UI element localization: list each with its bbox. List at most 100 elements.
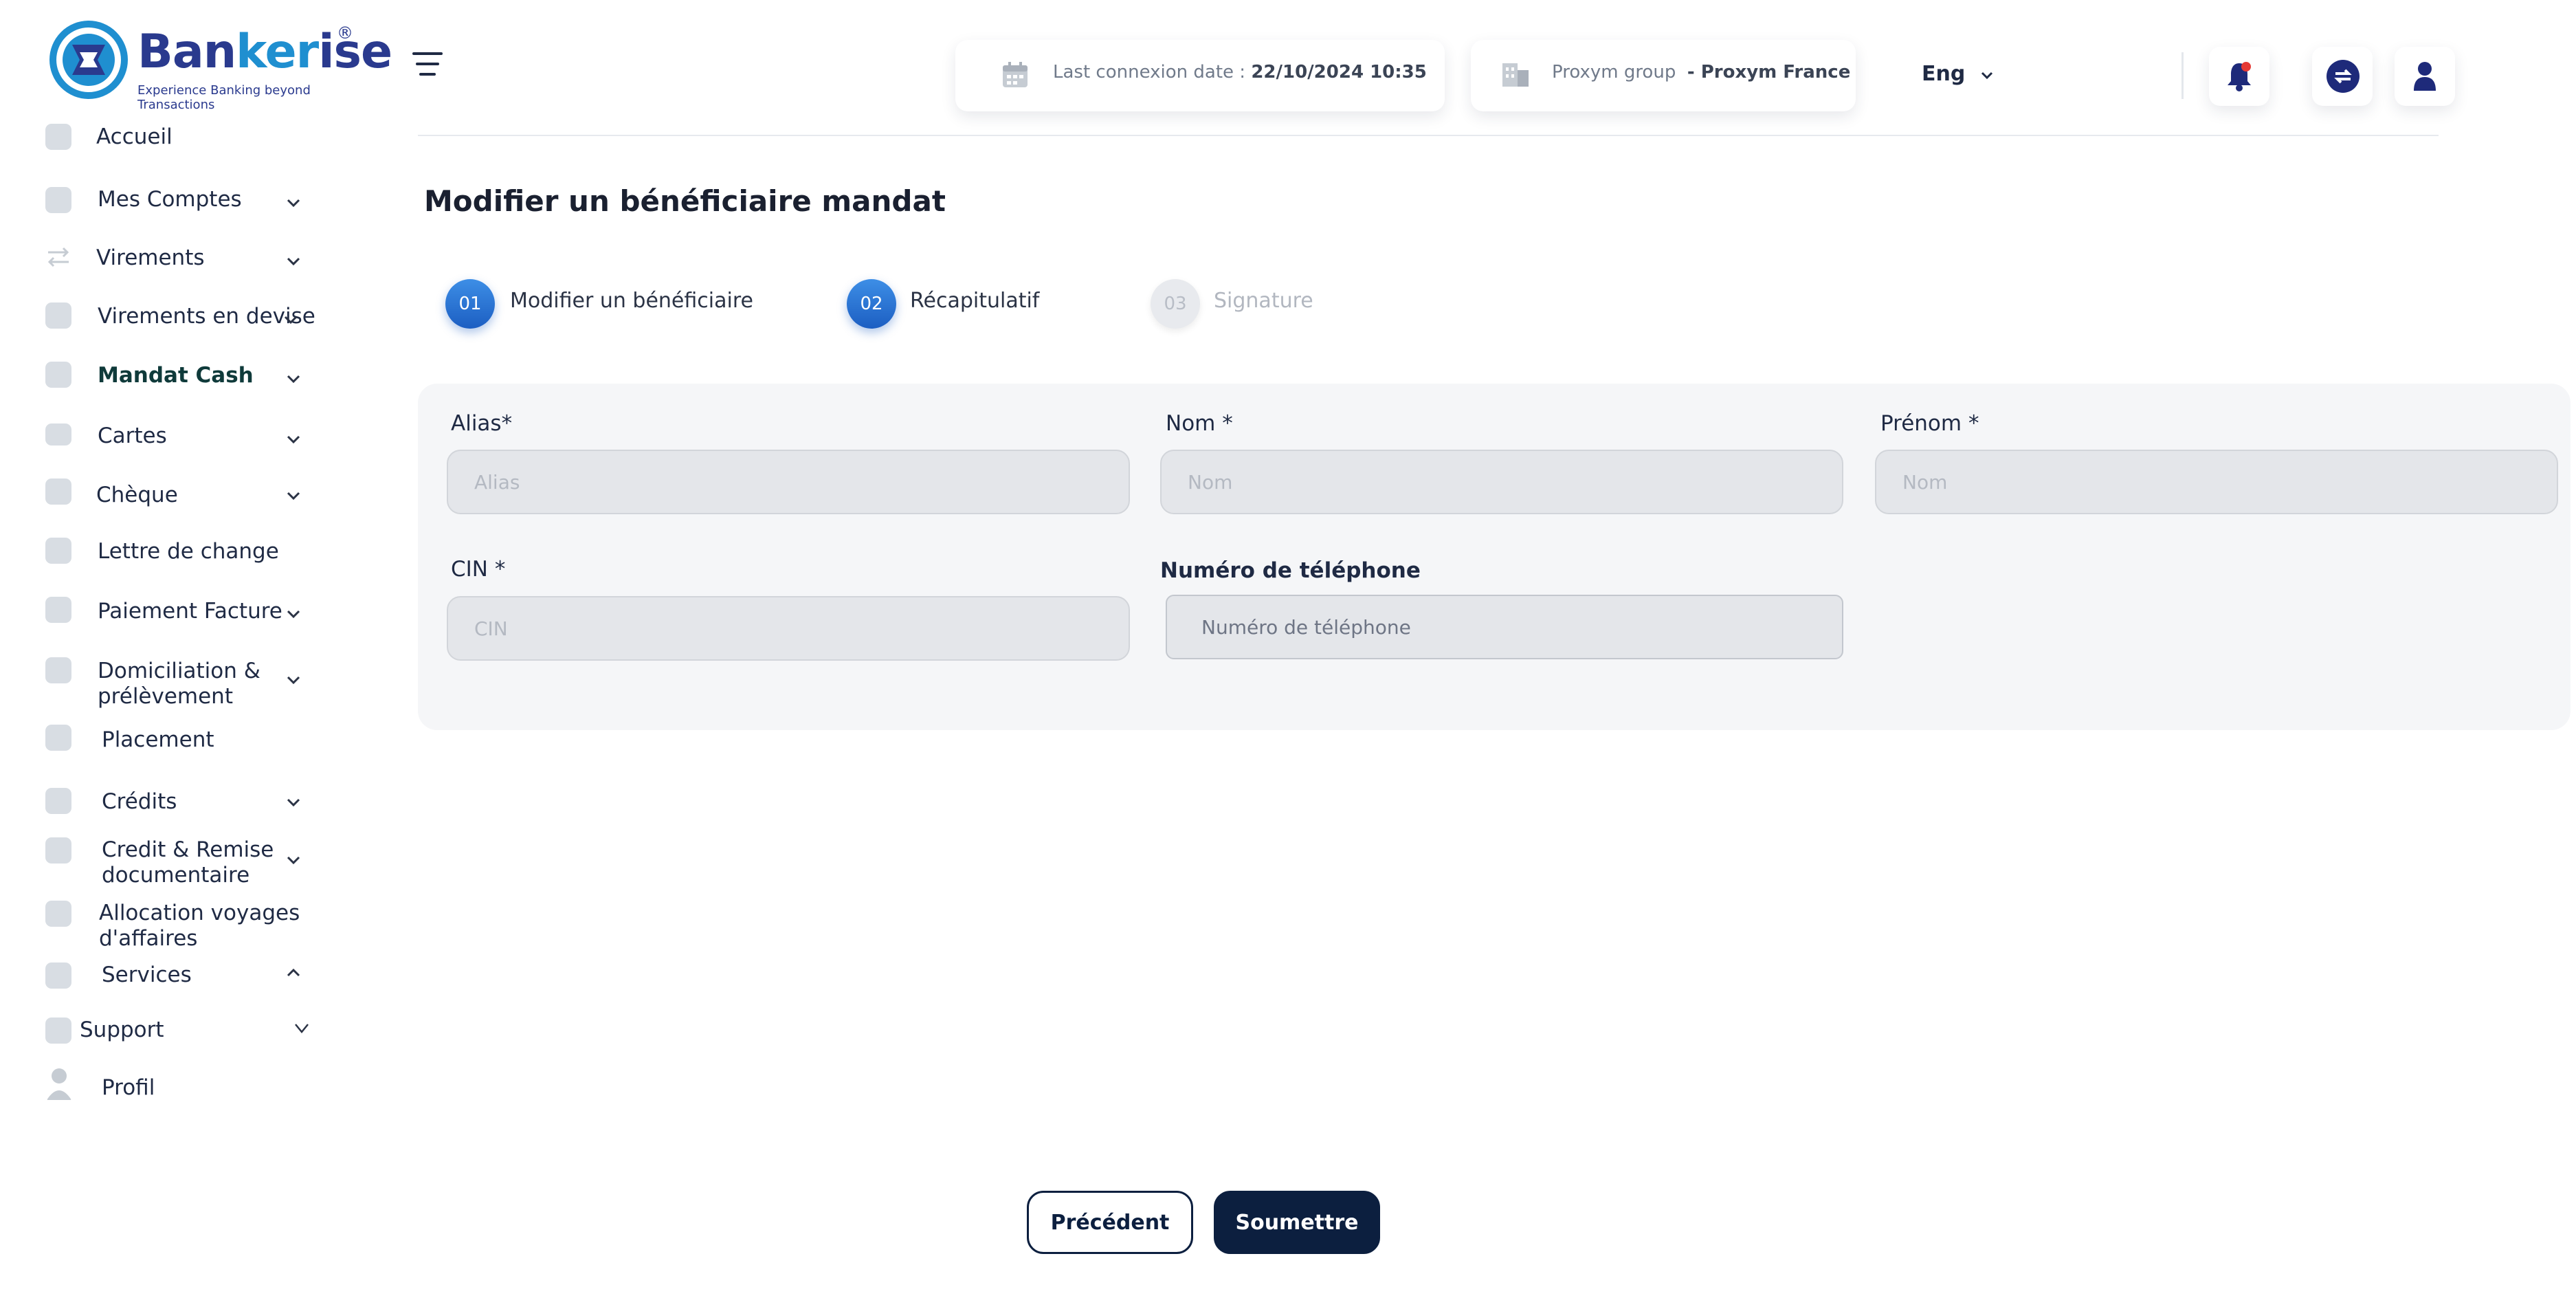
step-3-circle: 03 [1151,279,1200,329]
sidebar-item-label: Virements [96,245,205,270]
chevron-down-icon[interactable] [283,192,304,213]
language-label: Eng [1922,62,1966,86]
sidebar-item-label: Mes Comptes [98,187,242,212]
cheque-icon [45,478,71,505]
chevron-down-icon[interactable] [291,1018,312,1038]
nom-input[interactable] [1160,450,1843,514]
chevron-down-icon[interactable] [283,251,304,272]
chevron-down-icon[interactable] [280,309,301,330]
sidebar-item-label: Crédits [102,789,177,814]
invoice-icon [45,597,71,623]
sidebar-item-label: Accueil [96,124,173,149]
sidebar-item-label: Placement [102,727,214,752]
user-icon [2414,62,2436,91]
mail-icon [45,901,71,927]
sidebar-item-label: Support [80,1018,164,1042]
sidebar-item-label: Paiement Facture [98,599,282,624]
sync-icon [2327,60,2360,93]
sidebar-item-allocation-voyages[interactable]: Allocation voyages d'affaires [41,901,316,956]
sidebar-item-placement[interactable]: Placement [41,725,316,766]
sidebar-item-credits[interactable]: Crédits [41,788,316,829]
step-3-label: Signature [1214,289,1313,313]
header-divider-line [418,135,2439,136]
currency-icon [45,302,71,329]
cin-input[interactable] [447,596,1130,661]
chart-icon [45,725,71,751]
support-icon [45,1018,71,1044]
sidebar-item-label: Mandat Cash [98,363,254,388]
nom-label: Nom * [1166,411,1233,436]
sidebar: Bankerise ® Experience Banking beyond Tr… [0,0,392,1309]
mail-icon [45,538,71,564]
sidebar-item-paiement-facture[interactable]: Paiement Facture [41,597,316,638]
card-icon [45,424,71,446]
beneficiary-form [418,384,2571,730]
sidebar-item-cheque[interactable]: Chèque [41,474,316,516]
calendar-icon [1003,62,1028,87]
user-icon [47,1068,71,1100]
mail-icon [45,837,71,864]
transfer-icon [47,247,69,267]
folder-icon [45,187,71,213]
alias-input[interactable] [447,450,1130,514]
sidebar-item-profil[interactable]: Profil [41,1067,316,1108]
switch-account-button[interactable] [2312,47,2373,106]
sidebar-item-label: Profil [102,1075,155,1100]
home-icon [45,124,71,150]
chevron-down-icon[interactable] [283,485,304,506]
menu-toggle-button[interactable] [412,52,445,78]
sidebar-item-mes-comptes[interactable]: Mes Comptes [41,187,316,228]
group-text: Proxym group - Proxym France [1552,62,1851,82]
previous-button[interactable]: Précédent [1027,1191,1193,1254]
bankerise-logo[interactable]: Bankerise ® Experience Banking beyond Tr… [49,21,392,112]
sidebar-item-label: Credit & Remise documentaire [102,837,274,888]
bell-icon [2228,62,2251,91]
chevron-down-icon[interactable] [283,850,304,870]
submit-button[interactable]: Soumettre [1214,1191,1380,1254]
sidebar-item-cartes[interactable]: Cartes [41,422,316,463]
language-selector[interactable]: Eng [1922,62,1992,86]
page-title: Modifier un bénéficiaire mandat [424,184,946,218]
telephone-input[interactable] [1166,595,1843,659]
sidebar-item-mandat-cash[interactable]: Mandat Cash [41,362,316,403]
brand-name: Bankerise [137,25,392,79]
sidebar-item-services[interactable]: Services [41,962,316,997]
sidebar-item-label: Cartes [98,424,167,448]
prenom-input[interactable] [1875,450,2558,514]
cin-label: CIN * [451,557,506,582]
step-1-circle: 01 [445,279,495,329]
step-1-label: Modifier un bénéficiaire [510,289,753,313]
chevron-down-icon[interactable] [283,792,304,813]
notifications-button[interactable] [2209,47,2269,106]
user-profile-button[interactable] [2395,47,2455,106]
last-connexion-card: Last connexion date : 22/10/2024 10:35 [955,40,1445,111]
sidebar-item-virements[interactable]: Virements [41,244,316,285]
chevron-down-icon[interactable] [283,429,304,450]
building-icon [1502,63,1529,87]
group-card: Proxym group - Proxym France [1471,40,1856,111]
chevron-down-icon[interactable] [283,670,304,690]
step-2-circle: 02 [847,279,896,329]
sidebar-item-label: Domiciliation & prélèvement [98,659,260,709]
prenom-label: Prénom * [1880,411,1979,436]
sidebar-item-virements-en-devise[interactable]: Virements en devise [41,302,316,344]
sidebar-item-support[interactable]: Support [41,1018,316,1052]
chevron-down-icon [1981,72,1992,80]
chevron-down-icon[interactable] [283,604,304,624]
header-divider [2181,52,2184,99]
chevron-up-icon[interactable] [283,962,304,983]
chevron-down-icon[interactable] [283,368,304,389]
mail-icon [45,962,71,989]
sidebar-item-label: Chèque [96,483,178,507]
telephone-label: Numéro de téléphone [1160,558,1421,583]
last-connexion-text: Last connexion date : 22/10/2024 10:35 [1053,62,1427,82]
mail-icon [45,362,71,388]
registered-mark: ® [337,23,353,43]
sidebar-item-label: Allocation voyages d'affaires [99,901,300,951]
sidebar-item-label: Lettre de change [98,539,279,564]
sidebar-item-domiciliation[interactable]: Domiciliation & prélèvement [41,657,316,712]
brand-tagline: Experience Banking beyond Transactions [137,83,311,112]
sidebar-item-credit-remise[interactable]: Credit & Remise documentaire [41,837,316,892]
sidebar-item-lettre-de-change[interactable]: Lettre de change [41,538,316,579]
sidebar-item-accueil[interactable]: Accueil [41,124,316,165]
